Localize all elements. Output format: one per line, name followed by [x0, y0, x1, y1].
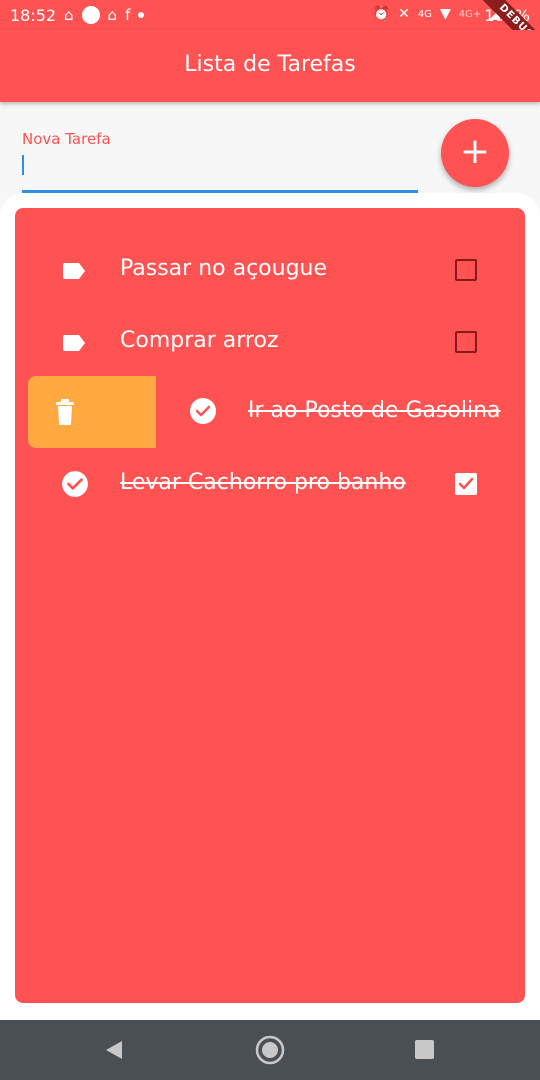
- facebook-icon: f: [125, 6, 131, 24]
- check-circle-icon: [62, 471, 88, 497]
- status-time: 18:52: [10, 6, 57, 25]
- mute-icon: ✕: [398, 6, 410, 22]
- task-checkbox[interactable]: [455, 331, 477, 353]
- task-list: Passar no açougue Comprar arroz Levar Ca…: [15, 208, 525, 1003]
- label-icon: [63, 335, 85, 351]
- home-icon[interactable]: [254, 1034, 286, 1066]
- check-circle-icon: [190, 398, 216, 424]
- app-bar: Lista de Tarefas: [0, 30, 540, 102]
- back-icon[interactable]: [104, 1039, 124, 1061]
- task-row[interactable]: Passar no açougue: [15, 238, 525, 302]
- label-icon: [63, 263, 85, 279]
- notification-dot-icon: [81, 6, 100, 24]
- text-cursor: [22, 155, 24, 175]
- task-title: Comprar arroz: [120, 328, 279, 353]
- dismiss-background: [28, 376, 156, 448]
- network-type-label-2: 4G+: [458, 8, 482, 20]
- alarm-icon: ⏰: [372, 6, 391, 22]
- status-bar: 18:52 ⌂ ⌂ f ⏰ ✕ 4G ▼ 4G+ ◢ 100% DEBUG: [0, 0, 540, 64]
- wifi-icon: ▼: [439, 6, 451, 22]
- task-checkbox[interactable]: [455, 259, 477, 281]
- task-row[interactable]: Levar Cachorro pro banho: [15, 452, 525, 516]
- notification-icon: ⌂: [64, 6, 74, 24]
- network-type-label: 4G: [417, 8, 432, 20]
- system-icons: ⏰ ✕ 4G ▼ 4G+ ◢: [373, 6, 500, 22]
- add-task-button[interactable]: +: [441, 119, 509, 187]
- checkmark-icon: [458, 477, 474, 490]
- recent-apps-icon[interactable]: [415, 1040, 434, 1059]
- notification-icon: ⌂: [107, 6, 118, 24]
- new-task-input[interactable]: [22, 150, 418, 193]
- delete-icon: [56, 399, 74, 425]
- task-title-swiping[interactable]: Ir ao Posto de Gasolina: [248, 398, 501, 423]
- task-title: Levar Cachorro pro banho: [120, 470, 406, 495]
- page-title: Lista de Tarefas: [184, 52, 356, 77]
- new-task-label: Nova Tarefa: [22, 130, 111, 148]
- system-nav-bar: [0, 1020, 540, 1080]
- task-checkbox[interactable]: [455, 473, 477, 495]
- task-row[interactable]: Comprar arroz: [15, 310, 525, 374]
- notification-icons: ⌂ ⌂ f: [64, 6, 145, 24]
- task-title: Passar no açougue: [120, 256, 328, 281]
- more-notifications-icon: [138, 12, 145, 18]
- screen: 18:52 ⌂ ⌂ f ⏰ ✕ 4G ▼ 4G+ ◢ 100% DEBUG Li…: [0, 0, 540, 1080]
